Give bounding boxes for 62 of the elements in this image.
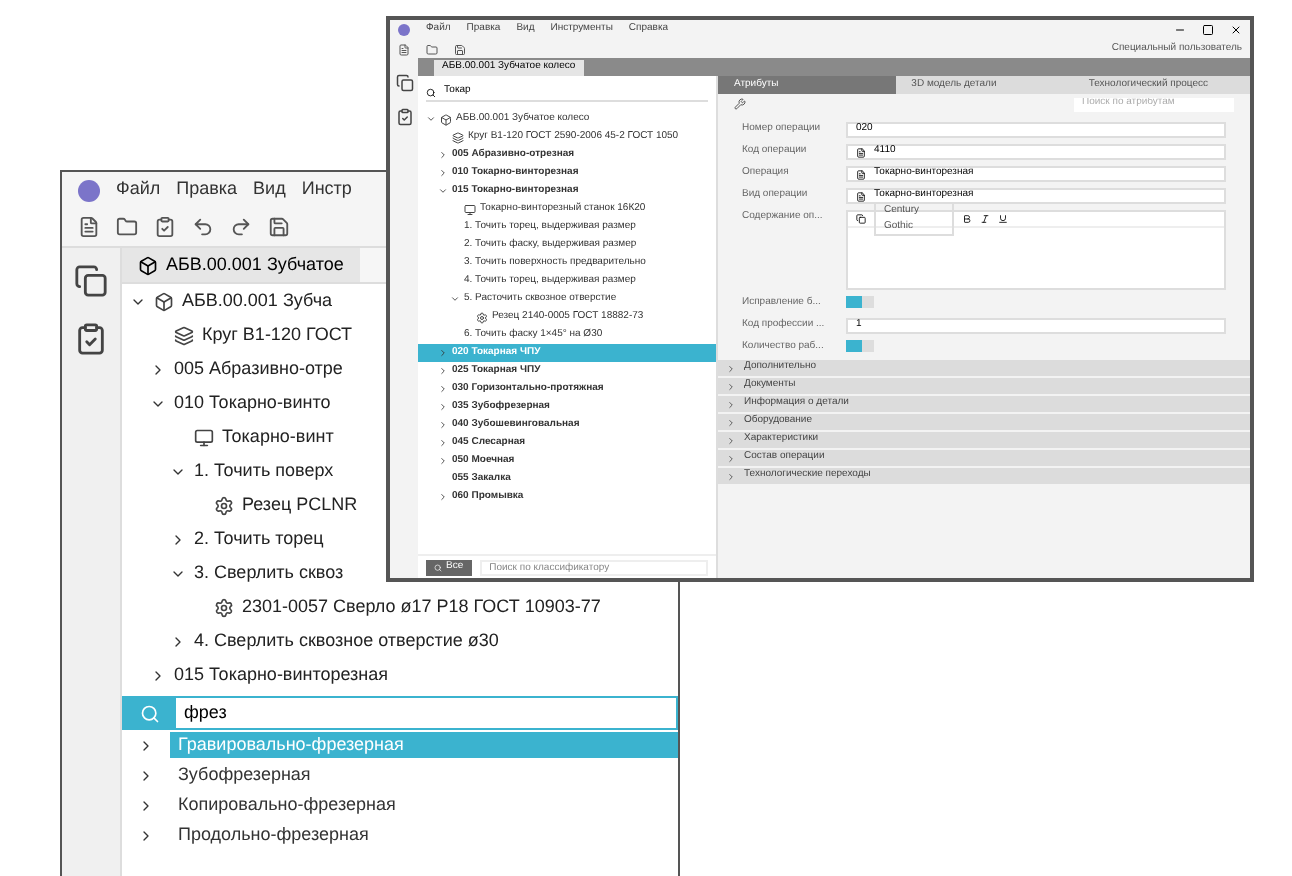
copy-icon[interactable] bbox=[856, 214, 866, 224]
underline-icon[interactable] bbox=[998, 214, 1008, 224]
document-icon[interactable] bbox=[398, 43, 410, 55]
close-icon[interactable] bbox=[1230, 24, 1242, 36]
tree-item[interactable]: 010 Токарно-винто bbox=[174, 389, 331, 417]
tree-item[interactable]: 2301-0057 Сверло ø17 Р18 ГОСТ 10903-77 bbox=[242, 593, 601, 621]
search-icon bbox=[426, 87, 436, 97]
minimize-icon[interactable] bbox=[1174, 24, 1186, 36]
menu-item[interactable]: Правка bbox=[176, 176, 238, 204]
checklist-icon[interactable] bbox=[395, 108, 413, 126]
undo-icon[interactable] bbox=[192, 216, 214, 238]
logo-icon bbox=[78, 179, 100, 201]
material-icon bbox=[174, 325, 194, 345]
part-icon bbox=[154, 291, 174, 311]
tree-item[interactable]: Резец PCLNR bbox=[242, 491, 358, 519]
search-icon bbox=[434, 563, 442, 571]
search-icon bbox=[140, 703, 160, 723]
material-icon bbox=[452, 131, 464, 143]
menu-item[interactable]: Вид bbox=[253, 176, 286, 204]
part-icon bbox=[138, 255, 158, 275]
tree-item[interactable]: 2. Точить торец bbox=[194, 525, 324, 553]
tree-item[interactable]: 005 Абразивно-отре bbox=[174, 355, 343, 383]
gear-icon bbox=[476, 311, 488, 323]
save-icon[interactable] bbox=[268, 216, 290, 238]
menu-item[interactable]: Файл bbox=[116, 176, 161, 204]
documents-icon[interactable] bbox=[395, 74, 413, 92]
save-icon[interactable] bbox=[454, 43, 466, 55]
logo-icon bbox=[398, 24, 410, 36]
suggestion-item[interactable]: Продольно-фрезерная bbox=[170, 821, 678, 849]
folder-icon[interactable] bbox=[116, 216, 138, 238]
wrench-icon[interactable] bbox=[734, 98, 746, 110]
menu-item[interactable]: Инстр bbox=[301, 176, 352, 204]
bold-icon[interactable] bbox=[962, 214, 972, 224]
tree-item[interactable]: 1. Точить поверх bbox=[194, 457, 334, 485]
maximize-icon[interactable] bbox=[1202, 24, 1214, 36]
tree-item[interactable]: 4. Сверлить сквозное отверстие ø30 bbox=[194, 627, 499, 655]
part-icon bbox=[440, 113, 452, 125]
clipboard-icon[interactable] bbox=[154, 216, 176, 238]
toggle-switch[interactable] bbox=[846, 296, 874, 308]
search-field[interactable]: фрез bbox=[122, 696, 678, 730]
tree-item[interactable]: 015 Токарно-винторезная bbox=[174, 661, 389, 689]
folder-icon[interactable] bbox=[426, 43, 438, 55]
document-tab[interactable]: АБВ.00.001 Зубчатое bbox=[122, 248, 360, 282]
machine-icon bbox=[464, 203, 476, 215]
document-icon bbox=[856, 147, 866, 157]
documents-icon[interactable] bbox=[74, 264, 108, 298]
suggestion-item[interactable]: Зубофрезерная bbox=[170, 761, 678, 789]
document-icon[interactable] bbox=[78, 216, 100, 238]
tree-item[interactable]: Токарно-винт bbox=[222, 423, 334, 451]
toggle-switch[interactable] bbox=[846, 339, 874, 351]
redo-icon[interactable] bbox=[230, 216, 252, 238]
checklist-icon[interactable] bbox=[74, 322, 108, 356]
gear-icon bbox=[214, 495, 234, 515]
gear-icon bbox=[214, 597, 234, 617]
document-icon bbox=[856, 191, 866, 201]
suggestion-item[interactable]: Копировально-фрезерная bbox=[170, 791, 678, 819]
document-icon bbox=[856, 169, 866, 179]
tree-item[interactable]: Круг В1-120 ГОСТ bbox=[202, 321, 353, 349]
machine-icon bbox=[194, 427, 214, 447]
tree-item[interactable]: АБВ.00.001 Зубча bbox=[182, 287, 333, 315]
italic-icon[interactable] bbox=[980, 214, 990, 224]
tree-item[interactable]: 3. Сверлить сквоз bbox=[194, 559, 344, 587]
